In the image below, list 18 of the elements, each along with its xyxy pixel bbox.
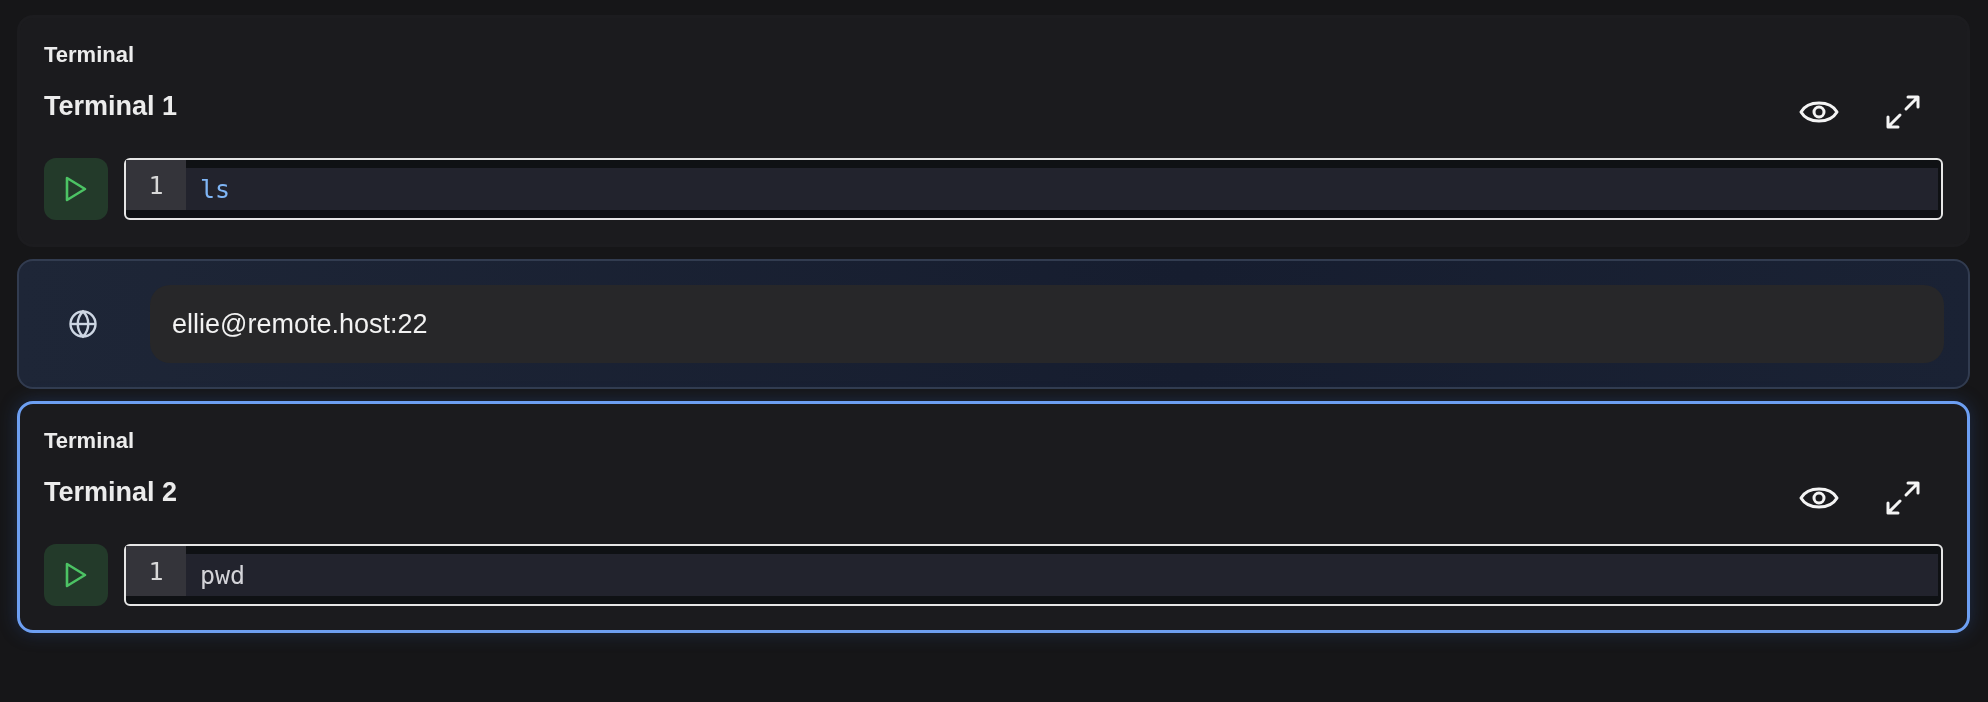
card-title: Terminal 1 <box>44 90 178 122</box>
expand-icon[interactable] <box>1885 480 1921 516</box>
code-editor[interactable]: 1 ls <box>124 158 1943 220</box>
run-button[interactable] <box>44 158 108 220</box>
card-label: Terminal <box>44 428 136 454</box>
globe-icon <box>68 309 98 339</box>
expand-icon[interactable] <box>1885 94 1921 130</box>
play-icon <box>64 561 88 589</box>
run-button[interactable] <box>44 544 108 606</box>
code-editor[interactable]: 1 pwd <box>124 544 1943 606</box>
host-field[interactable]: ellie@remote.host:22 <box>150 285 1944 363</box>
line-number: 1 <box>126 160 186 210</box>
line-number: 1 <box>126 546 186 596</box>
card-title: Terminal 2 <box>44 476 178 508</box>
code-text: pwd <box>200 560 246 590</box>
play-icon <box>64 175 88 203</box>
code-text: ls <box>200 174 231 204</box>
card-label: Terminal <box>44 42 136 68</box>
